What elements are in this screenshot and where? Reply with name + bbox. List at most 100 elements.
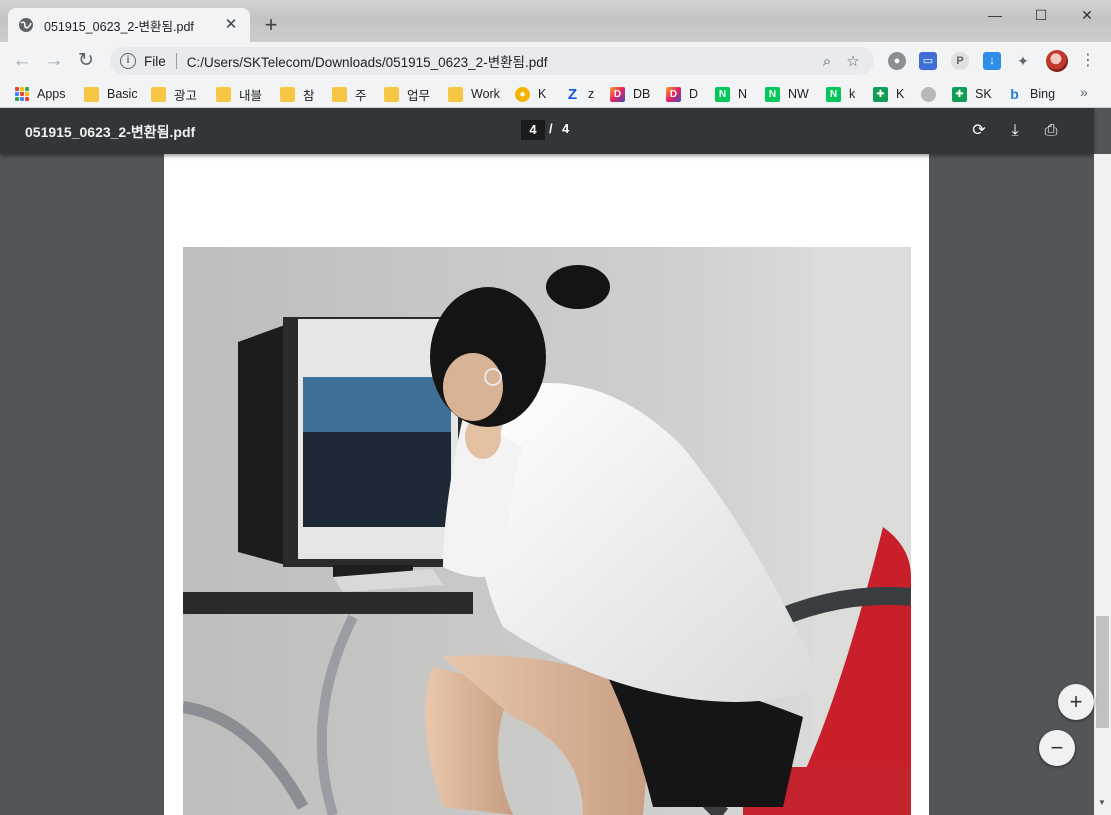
apps-grid-icon xyxy=(15,87,29,101)
browser-toolbar: ← → ↻ i File C:/Users/SKTelecom/Download… xyxy=(0,42,1111,80)
download-icon[interactable]: ⤓ xyxy=(1003,119,1027,143)
bing-icon: b xyxy=(1010,85,1019,102)
bookmark-apps[interactable]: Apps xyxy=(15,85,66,103)
bookmark-label: N xyxy=(738,87,748,101)
folder-icon xyxy=(151,86,166,102)
bookmark-label: D xyxy=(689,87,699,101)
naver-icon: N xyxy=(765,86,780,102)
cross-icon: ✚ xyxy=(873,86,888,102)
bookmark-globe[interactable] xyxy=(921,85,944,103)
bookmarks-bar: Apps Basic 광고 내블 참 주 업무 Work ● K Z z D D… xyxy=(0,80,1111,108)
bookmark-bing[interactable]: b Bing xyxy=(1007,85,1055,103)
zoom-icon[interactable]: ⌕ xyxy=(814,53,840,70)
pdf-viewer: 051915_0623_2-변환됨.pdf 4 / 4 ⟳ ⤓ ⎙ ▼ + − xyxy=(0,108,1111,815)
folder-icon xyxy=(84,86,99,102)
folder-icon xyxy=(280,86,295,102)
pdf-toolbar: 051915_0623_2-변환됨.pdf 4 / 4 ⟳ ⤓ ⎙ xyxy=(0,108,1094,154)
bookmark-label: 참 xyxy=(303,88,315,103)
back-button[interactable]: ← xyxy=(6,45,38,77)
tab-strip: 051915_0623_2-변환됨.pdf ✕ + — ☐ ✕ xyxy=(0,0,1111,42)
globe-icon xyxy=(19,18,33,32)
naver-icon: N xyxy=(715,86,730,102)
bookmark-label: SK xyxy=(975,87,992,101)
browser-tab[interactable]: 051915_0623_2-변환됨.pdf ✕ xyxy=(8,8,250,42)
download-extension-icon[interactable]: ↓ xyxy=(983,52,1001,70)
reload-button[interactable]: ↻ xyxy=(70,45,102,77)
bookmark-naver-nw[interactable]: N NW xyxy=(765,85,809,103)
scrollbar-thumb[interactable] xyxy=(1096,616,1109,728)
bookmark-label: k xyxy=(849,87,856,101)
zoom-in-button[interactable]: + xyxy=(1058,684,1094,720)
bookmark-label: 업무 xyxy=(407,88,431,103)
lightbulb-icon: ● xyxy=(515,86,530,102)
bookmark-label: DB xyxy=(633,87,651,101)
zoom-out-button[interactable]: − xyxy=(1039,730,1075,766)
folder-icon xyxy=(332,86,347,102)
bookmark-folder-myblog[interactable]: 내블 xyxy=(216,85,262,103)
puzzle-extension-icon[interactable]: ✦ xyxy=(1014,52,1032,70)
folder-icon xyxy=(216,86,231,102)
pdf-filename: 051915_0623_2-변환됨.pdf xyxy=(25,124,196,140)
url-text[interactable]: C:/Users/SKTelecom/Downloads/051915_0623… xyxy=(187,51,814,71)
page-total: 4 xyxy=(562,121,570,136)
bookmark-folder-ads[interactable]: 광고 xyxy=(151,85,197,103)
site-info-icon[interactable]: i xyxy=(120,53,136,69)
bookmark-label: NW xyxy=(788,87,809,101)
bookmark-label: 내블 xyxy=(239,88,263,103)
bookmark-label: K xyxy=(538,87,547,101)
bookmark-d[interactable]: D D xyxy=(666,85,698,103)
tab-title: 051915_0623_2-변환됨.pdf xyxy=(44,19,194,34)
bookmark-label: Bing xyxy=(1030,87,1056,101)
bookmark-db[interactable]: D DB xyxy=(610,85,650,103)
scroll-down-arrow-icon[interactable]: ▼ xyxy=(1098,798,1106,807)
z-logo-icon: Z xyxy=(567,85,578,103)
bookmark-label: 광고 xyxy=(174,88,198,103)
close-window-button[interactable]: ✕ xyxy=(1064,4,1110,26)
bookmark-label: Work xyxy=(471,87,500,101)
browser-menu-icon[interactable]: ⋮ xyxy=(1080,50,1096,72)
bookmark-plus-k[interactable]: ✚ K xyxy=(873,85,904,103)
bookmark-label: Apps xyxy=(37,87,66,101)
tab-close-icon[interactable]: ✕ xyxy=(222,16,240,34)
globe-icon xyxy=(921,86,936,102)
bookmarks-overflow-icon[interactable]: » xyxy=(1080,84,1088,100)
d-logo-icon: D xyxy=(666,86,681,102)
omnibox-divider xyxy=(175,53,177,69)
maximize-button[interactable]: ☐ xyxy=(1018,4,1064,26)
bookmark-folder-ju[interactable]: 주 xyxy=(332,85,367,103)
profile-avatar[interactable] xyxy=(1046,50,1068,72)
forward-button[interactable]: → xyxy=(38,45,70,77)
document-photo xyxy=(183,247,911,815)
bookmark-label: z xyxy=(588,87,595,101)
pinterest-extension-icon[interactable]: P xyxy=(951,52,969,70)
photo-illustration xyxy=(183,247,911,815)
rotate-icon[interactable]: ⟳ xyxy=(967,119,991,143)
print-icon[interactable]: ⎙ xyxy=(1039,119,1063,143)
bookmark-folder-basic[interactable]: Basic xyxy=(84,85,138,103)
naver-icon: N xyxy=(826,86,841,102)
bookmark-sk[interactable]: ✚ SK xyxy=(952,85,992,103)
address-bar[interactable]: i File C:/Users/SKTelecom/Downloads/0519… xyxy=(110,47,874,75)
folder-icon xyxy=(384,86,399,102)
page-separator: / xyxy=(549,121,553,136)
bookmark-folder-cham[interactable]: 참 xyxy=(280,85,315,103)
folder-icon xyxy=(448,86,463,102)
bookmark-star-icon[interactable]: ☆ xyxy=(840,52,866,70)
window-extension-icon[interactable]: ▭ xyxy=(919,52,937,70)
bookmark-naver-n[interactable]: N N xyxy=(715,85,747,103)
page-number-input[interactable]: 4 xyxy=(521,120,545,140)
d-logo-icon: D xyxy=(610,86,625,102)
bookmark-folder-work-kr[interactable]: 업무 xyxy=(384,85,430,103)
bookmark-label: 주 xyxy=(355,88,367,103)
url-scheme: File xyxy=(144,53,166,69)
new-tab-button[interactable]: + xyxy=(258,12,284,38)
bookmark-label: Basic xyxy=(107,87,138,101)
bookmark-folder-work[interactable]: Work xyxy=(448,85,500,103)
minimize-button[interactable]: — xyxy=(972,4,1018,26)
bookmark-z[interactable]: Z z xyxy=(565,85,594,103)
cross-icon: ✚ xyxy=(952,86,967,102)
lightbulb-extension-icon[interactable]: ● xyxy=(888,52,906,70)
bookmark-naver-k[interactable]: N k xyxy=(826,85,855,103)
pdf-page xyxy=(164,154,929,815)
bookmark-k-bulb[interactable]: ● K xyxy=(515,85,546,103)
